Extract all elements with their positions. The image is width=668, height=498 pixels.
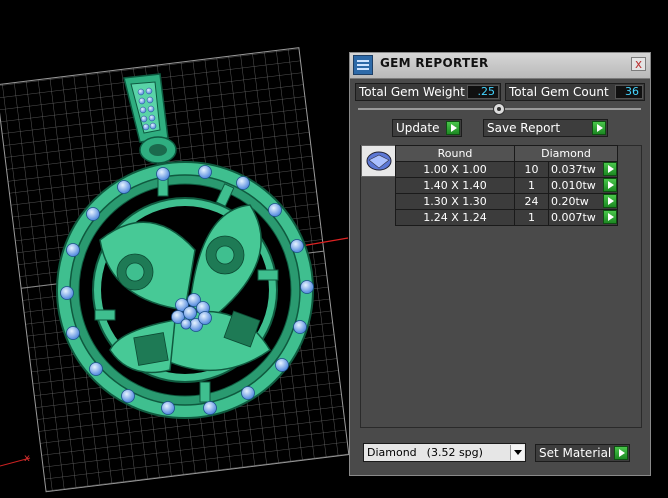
header-material: Diamond <box>514 145 618 162</box>
table-row: 1.24 X 1.24 1 0.007tw <box>395 209 618 226</box>
total-gem-weight-field: Total Gem Weight .25 <box>355 83 501 101</box>
gem-reporter-panel: GEM REPORTER x Total Gem Weight .25 Tota… <box>349 52 651 476</box>
table-row: 1.40 X 1.40 1 0.010tw <box>395 177 618 194</box>
gem-weight[interactable]: 0.010tw <box>548 177 618 194</box>
gem-size: 1.30 X 1.30 <box>395 193 515 210</box>
table-row: 1.00 X 1.00 10 0.037tw <box>395 161 618 178</box>
panel-title: GEM REPORTER <box>380 56 489 70</box>
gem-table: Round Diamond 1.00 X 1.00 10 0.037tw 1.4… <box>395 145 618 226</box>
play-icon <box>603 194 617 208</box>
gem-count: 1 <box>514 209 549 226</box>
chevron-down-icon[interactable] <box>510 445 524 460</box>
header-shape: Round <box>395 145 515 162</box>
gem-size: 1.40 X 1.40 <box>395 177 515 194</box>
x-axis-label: x <box>24 453 30 464</box>
gem-count: 1 <box>514 177 549 194</box>
report-icon <box>353 55 373 75</box>
play-icon <box>592 121 606 135</box>
save-report-button[interactable]: Save Report <box>483 119 608 137</box>
round-gem-icon <box>361 145 397 177</box>
gem-weight-value: 0.007tw <box>551 211 596 224</box>
material-name: Diamond <box>367 446 417 459</box>
close-button[interactable]: x <box>631 57 646 71</box>
gem-weight[interactable]: 0.20tw <box>548 193 618 210</box>
total-gem-weight-label: Total Gem Weight <box>359 85 465 99</box>
save-report-button-label: Save Report <box>487 121 561 135</box>
gem-size: 1.00 X 1.00 <box>395 161 515 178</box>
gem-weight[interactable]: 0.037tw <box>548 161 618 178</box>
update-button-label: Update <box>396 121 440 135</box>
total-gem-count-value: 36 <box>615 85 643 99</box>
play-icon <box>603 162 617 176</box>
play-icon <box>446 121 460 135</box>
gem-count: 24 <box>514 193 549 210</box>
table-row: 1.30 X 1.30 24 0.20tw <box>395 193 618 210</box>
gem-count: 10 <box>514 161 549 178</box>
gem-weight-value: 0.037tw <box>551 163 596 176</box>
panel-slider-thumb[interactable] <box>493 103 505 115</box>
gem-weight-value: 0.20tw <box>551 195 589 208</box>
update-button[interactable]: Update <box>392 119 462 137</box>
total-gem-weight-value: .25 <box>467 85 499 99</box>
total-gem-count-field: Total Gem Count 36 <box>505 83 645 101</box>
set-material-button[interactable]: Set Material <box>535 444 630 462</box>
gem-weight[interactable]: 0.007tw <box>548 209 618 226</box>
material-spg: (3.52 spg) <box>426 446 483 459</box>
material-select[interactable]: Diamond (3.52 spg) <box>363 443 526 462</box>
gem-weight-value: 0.010tw <box>551 179 596 192</box>
play-icon <box>614 446 628 460</box>
gem-size: 1.24 X 1.24 <box>395 209 515 226</box>
play-icon <box>603 210 617 224</box>
total-gem-count-label: Total Gem Count <box>509 85 609 99</box>
panel-titlebar[interactable]: GEM REPORTER x <box>350 53 650 79</box>
set-material-button-label: Set Material <box>539 446 612 460</box>
pendant-body <box>56 161 314 419</box>
play-icon <box>603 178 617 192</box>
